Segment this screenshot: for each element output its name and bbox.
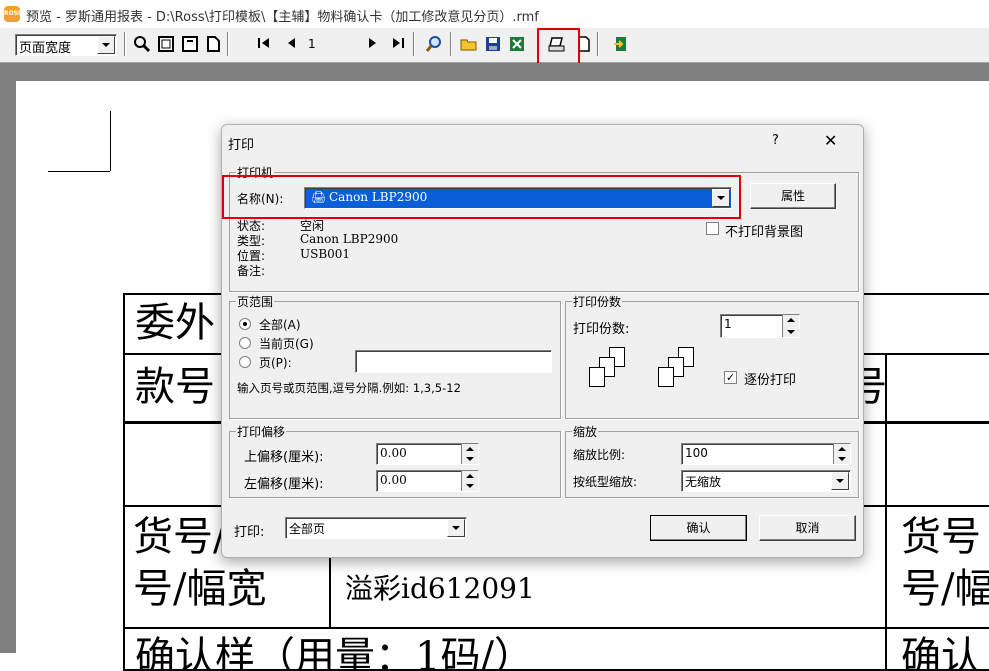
report-row-3-right	[885, 422, 989, 507]
report-cell-text: 确认样（用量：1码/）	[135, 634, 534, 671]
report-cell-text: 委外	[135, 300, 215, 346]
cancel-button[interactable]: 取消	[759, 515, 856, 541]
pages-input[interactable]	[355, 350, 552, 373]
zoom-select-value: 页面宽度	[19, 41, 72, 56]
left-offset-spinner[interactable]	[461, 471, 478, 491]
toolbar: 页面宽度 1	[0, 28, 989, 68]
chevron-down-icon[interactable]	[831, 472, 849, 490]
left-offset-input[interactable]: 0.00	[376, 470, 479, 492]
window-title: 预览 - 罗斯通用报表 - D:\Ross\打印模板\【主辅】物料确认卡（加工修…	[26, 10, 539, 25]
last-page-icon[interactable]	[388, 35, 408, 55]
open-icon[interactable]	[459, 35, 479, 55]
printer-name-highlight	[222, 175, 741, 219]
chevron-down-icon[interactable]	[447, 519, 465, 537]
top-offset-input[interactable]: 0.00	[376, 443, 479, 465]
comment-label: 备注:	[237, 264, 266, 278]
excel-icon[interactable]	[507, 35, 527, 55]
scale-ratio-spinner[interactable]	[833, 444, 850, 464]
report-cell-text: 确认	[901, 634, 981, 671]
report-cell-text: 号/幅宽	[133, 566, 267, 612]
one-page-icon[interactable]	[156, 35, 176, 55]
page-number-input[interactable]: 1	[305, 35, 355, 55]
find-icon[interactable]	[424, 35, 444, 55]
collate-checkbox[interactable]: ✓	[724, 371, 737, 384]
left-offset-label: 左偏移(厘米):	[244, 477, 324, 492]
scale-ratio-input[interactable]: 100	[681, 443, 851, 465]
offset-group-label: 打印偏移	[236, 423, 287, 440]
properties-button[interactable]: 属性	[750, 183, 836, 209]
report-cell-text: 款号	[135, 364, 215, 410]
report-cell-text: 号/幅	[901, 566, 989, 612]
location-value: USB001	[300, 247, 351, 261]
save-icon[interactable]	[483, 35, 503, 55]
two-page-icon[interactable]	[180, 35, 200, 55]
app-logo-icon: ROSS	[4, 6, 22, 22]
copies-input[interactable]: 1	[720, 314, 800, 338]
report-row-5: 确认样（用量：1码/）	[123, 627, 887, 671]
range-current-radio[interactable]	[239, 337, 251, 349]
crop-mark	[110, 111, 111, 171]
top-offset-label: 上偏移(厘米):	[244, 450, 324, 465]
range-all-label: 全部(A)	[259, 318, 301, 332]
range-pages-radio[interactable]	[239, 356, 251, 368]
print-scope-select[interactable]: 全部页	[285, 517, 467, 539]
crop-mark	[48, 171, 110, 172]
top-offset-spinner[interactable]	[461, 444, 478, 464]
close-icon[interactable]: ✕	[824, 131, 837, 150]
copies-label: 打印份数:	[573, 322, 630, 337]
dialog-title: 打印	[228, 138, 255, 153]
copies-group-label: 打印份数	[572, 293, 623, 310]
page-range-label: 页范围	[236, 293, 275, 310]
type-value: Canon LBP2900	[300, 232, 399, 246]
paper-scale-select[interactable]: 无缩放	[681, 470, 851, 492]
scale-group-label: 缩放	[572, 423, 599, 440]
prev-page-icon[interactable]	[282, 35, 302, 55]
scale-ratio-label: 缩放比例:	[573, 448, 626, 462]
print-scope-label: 打印:	[234, 525, 265, 540]
chevron-down-icon[interactable]	[97, 36, 115, 54]
range-pages-label: 页(P):	[259, 356, 292, 370]
page-range-hint: 输入页号或页范围,逗号分隔.例如: 1,3,5-12	[237, 381, 461, 395]
report-cell-text: 货号	[901, 514, 981, 560]
ok-button[interactable]: 确认	[650, 515, 747, 541]
copies-spinner[interactable]	[782, 315, 799, 337]
print-dialog: 打印 ? ✕ 打印机 名称(N): 🖨 Canon LBP2900 属性 状态: …	[221, 124, 864, 558]
no-background-checkbox[interactable]	[706, 222, 719, 235]
paper-scale-label: 按纸型缩放:	[573, 475, 638, 489]
zoom-select[interactable]: 页面宽度	[15, 34, 117, 56]
page-icon[interactable]	[203, 35, 223, 55]
range-current-label: 当前页(G)	[259, 337, 314, 351]
help-button[interactable]: ?	[772, 133, 779, 148]
exit-icon[interactable]	[612, 35, 632, 55]
report-row-5-right: 确认	[885, 627, 989, 671]
zoom-icon[interactable]	[132, 35, 152, 55]
print-button-highlight	[537, 28, 580, 68]
next-page-icon[interactable]	[362, 35, 382, 55]
collate-label: 逐份打印	[744, 373, 797, 388]
title-bar: ROSS 预览 - 罗斯通用报表 - D:\Ross\打印模板\【主辅】物料确认…	[0, 0, 989, 28]
report-row-4-right: 货号 号/幅	[885, 505, 989, 629]
report-cell-text: 溢彩id612091	[345, 572, 535, 605]
range-all-radio[interactable]	[239, 318, 251, 330]
report-row-2-right	[885, 353, 989, 423]
no-background-label: 不打印背景图	[725, 225, 804, 240]
first-page-icon[interactable]	[254, 35, 274, 55]
